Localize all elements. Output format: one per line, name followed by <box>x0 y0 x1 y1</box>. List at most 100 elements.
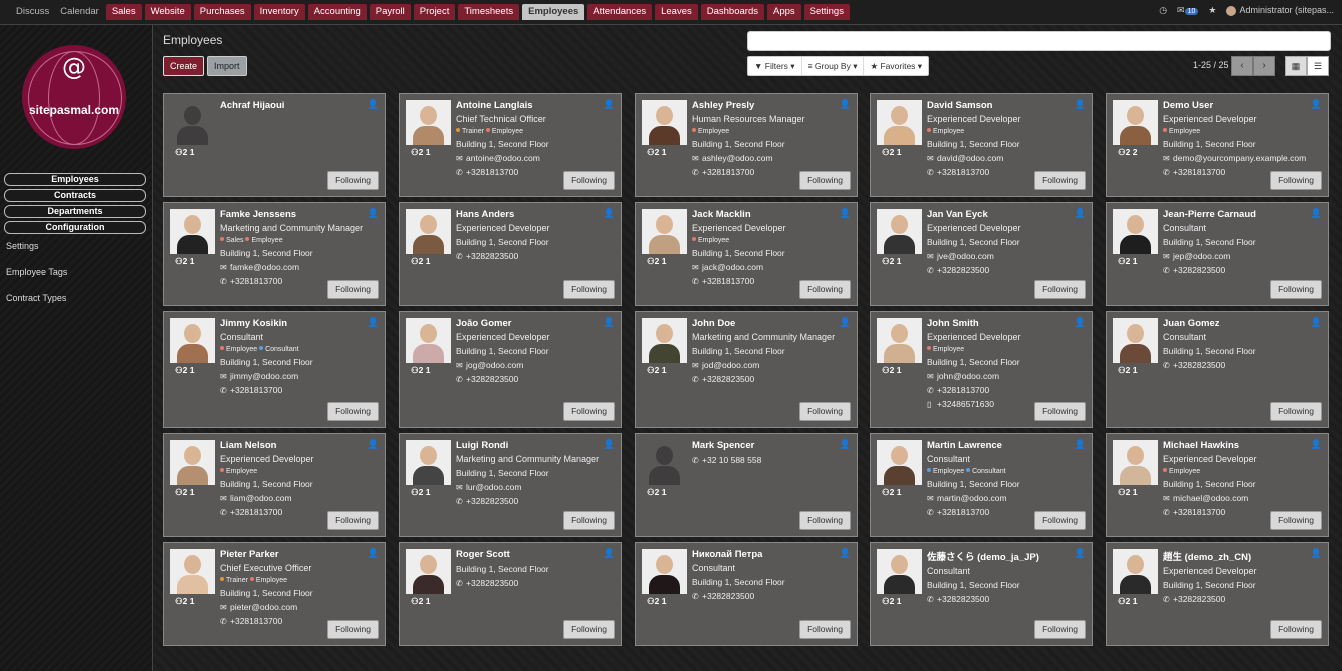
employee-card[interactable]: 👤 Ashley Presly Human Resources Manager … <box>635 93 858 197</box>
following-button[interactable]: Following <box>1034 280 1086 299</box>
sidebar-item-contracts[interactable]: Contracts <box>4 189 146 202</box>
following-button[interactable]: Following <box>1270 620 1322 639</box>
employee-name[interactable]: Jack Macklin <box>692 209 852 220</box>
tag[interactable]: Employee <box>220 468 257 475</box>
filters-dropdown[interactable]: ▼ Filters ▾ <box>748 57 802 75</box>
employee-name[interactable]: 佐藤さくら (demo_ja_JP) <box>927 549 1087 563</box>
following-button[interactable]: Following <box>1034 511 1086 530</box>
employee-name[interactable]: Ashley Presly <box>692 100 852 111</box>
menu-item-inventory[interactable]: Inventory <box>253 4 305 20</box>
employee-card[interactable]: 👤 Николай Петра Consultant Building 1, S… <box>635 542 858 646</box>
following-button[interactable]: Following <box>563 171 615 190</box>
employee-card[interactable]: 👤 Demo User Experienced Developer Employ… <box>1106 93 1329 197</box>
employee-name[interactable]: Jimmy Kosikin <box>220 318 380 329</box>
following-button[interactable]: Following <box>563 280 615 299</box>
sidebar-link-settings[interactable]: Settings <box>6 241 39 251</box>
employee-name[interactable]: Martin Lawrence <box>927 440 1087 451</box>
employee-name[interactable]: Jean-Pierre Carnaud <box>1163 209 1323 220</box>
search-input[interactable] <box>747 31 1331 51</box>
following-button[interactable]: Following <box>563 620 615 639</box>
star-icon[interactable]: ★ <box>1208 5 1216 16</box>
tag[interactable]: Employee <box>1163 468 1200 475</box>
tag[interactable]: Consultant <box>259 346 299 353</box>
company-logo[interactable]: @ sitepasmal.com <box>22 45 126 149</box>
employee-card[interactable]: 👤 John Doe Marketing and Community Manag… <box>635 311 858 428</box>
employee-name[interactable]: Николай Петра <box>692 549 852 560</box>
employee-card[interactable]: 👤 Michael Hawkins Experienced Developer … <box>1106 433 1329 537</box>
menu-item-dashboards[interactable]: Dashboards <box>700 4 764 20</box>
employee-card[interactable]: 👤 Jack Macklin Experienced Developer Emp… <box>635 202 858 306</box>
following-button[interactable]: Following <box>327 171 379 190</box>
menu-item-accounting[interactable]: Accounting <box>307 4 367 20</box>
employee-name[interactable]: 趙生 (demo_zh_CN) <box>1163 549 1323 563</box>
following-button[interactable]: Following <box>327 511 379 530</box>
employee-name[interactable]: Famke Jenssens <box>220 209 380 220</box>
following-button[interactable]: Following <box>799 402 851 421</box>
tag[interactable]: Employee <box>485 128 523 135</box>
employee-name[interactable]: Hans Anders <box>456 209 616 220</box>
menu-item-apps[interactable]: Apps <box>766 4 801 20</box>
employee-name[interactable]: Luigi Rondi <box>456 440 616 451</box>
menu-item-timesheets[interactable]: Timesheets <box>458 4 520 20</box>
following-button[interactable]: Following <box>799 280 851 299</box>
employee-card[interactable]: 👤 Jean-Pierre Carnaud Consultant Buildin… <box>1106 202 1329 306</box>
following-button[interactable]: Following <box>1270 511 1322 530</box>
list-view-icon[interactable]: ☰ <box>1307 56 1329 76</box>
tag[interactable]: Trainer <box>220 577 248 584</box>
following-button[interactable]: Following <box>1270 171 1322 190</box>
tag[interactable]: Employee <box>927 468 964 475</box>
menu-item-settings[interactable]: Settings <box>803 4 850 20</box>
menu-item-calendar[interactable]: Calendar <box>56 4 103 20</box>
tag[interactable]: Sales <box>220 237 244 244</box>
following-button[interactable]: Following <box>327 620 379 639</box>
employee-name[interactable]: Juan Gomez <box>1163 318 1323 329</box>
following-button[interactable]: Following <box>799 171 851 190</box>
user-menu[interactable]: Administrator (sitepas... <box>1226 5 1334 16</box>
tag[interactable]: Employee <box>692 237 729 244</box>
pager-next-button[interactable]: › <box>1253 56 1275 76</box>
employee-card[interactable]: 👤 Pieter Parker Chief Executive Officer … <box>163 542 386 646</box>
following-button[interactable]: Following <box>1270 402 1322 421</box>
pager-previous-button[interactable]: ‹ <box>1231 56 1253 76</box>
employee-card[interactable]: 👤 Jimmy Kosikin Consultant Employee Cons… <box>163 311 386 428</box>
following-button[interactable]: Following <box>327 280 379 299</box>
menu-item-discuss[interactable]: Discuss <box>12 4 53 20</box>
employee-card[interactable]: 👤 John Smith Experienced Developer Emplo… <box>870 311 1093 428</box>
following-button[interactable]: Following <box>1034 620 1086 639</box>
kanban-view-icon[interactable]: ▦ <box>1285 56 1307 76</box>
menu-item-leaves[interactable]: Leaves <box>655 4 698 20</box>
tag[interactable]: Employee <box>245 237 283 244</box>
following-button[interactable]: Following <box>327 402 379 421</box>
employee-name[interactable]: Pieter Parker <box>220 549 380 560</box>
following-button[interactable]: Following <box>1270 280 1322 299</box>
employee-name[interactable]: Demo User <box>1163 100 1323 111</box>
employee-card[interactable]: 👤 Juan Gomez Consultant Building 1, Seco… <box>1106 311 1329 428</box>
menu-item-employees[interactable]: Employees <box>522 4 585 20</box>
menu-item-purchases[interactable]: Purchases <box>193 4 251 20</box>
sidebar-item-employees[interactable]: Employees <box>4 173 146 186</box>
sidebar-link-contract-types[interactable]: Contract Types <box>6 293 66 303</box>
employee-name[interactable]: Antoine Langlais <box>456 100 616 111</box>
employee-card[interactable]: 👤 David Samson Experienced Developer Emp… <box>870 93 1093 197</box>
sidebar-link-employee-tags[interactable]: Employee Tags <box>6 267 67 277</box>
employee-card[interactable]: 👤 Antoine Langlais Chief Technical Offic… <box>399 93 622 197</box>
employee-name[interactable]: Michael Hawkins <box>1163 440 1323 451</box>
employee-card[interactable]: 👤 趙生 (demo_zh_CN) Experienced Developer … <box>1106 542 1329 646</box>
menu-item-project[interactable]: Project <box>413 4 456 20</box>
pager-value[interactable]: 1-25 / 25 <box>1193 60 1229 70</box>
menu-item-sales[interactable]: Sales <box>105 4 142 20</box>
tag[interactable]: Employee <box>927 128 964 135</box>
following-button[interactable]: Following <box>1034 402 1086 421</box>
tag[interactable]: Employee <box>220 346 257 353</box>
employee-name[interactable]: Jan Van Eyck <box>927 209 1087 220</box>
tag[interactable]: Employee <box>692 128 729 135</box>
employee-card[interactable]: 👤 Liam Nelson Experienced Developer Empl… <box>163 433 386 537</box>
tag[interactable]: Consultant <box>966 468 1006 475</box>
menu-item-attendances[interactable]: Attendances <box>587 4 653 20</box>
clock-icon[interactable]: ◷ <box>1159 5 1167 16</box>
employee-card[interactable]: 👤 Famke Jenssens Marketing and Community… <box>163 202 386 306</box>
group-by-dropdown[interactable]: ≡ Group By ▾ <box>802 57 865 75</box>
employee-name[interactable]: David Samson <box>927 100 1087 111</box>
employee-card[interactable]: 👤 Hans Anders Experienced Developer Buil… <box>399 202 622 306</box>
employee-card[interactable]: 👤 Martin Lawrence Consultant Employee Co… <box>870 433 1093 537</box>
